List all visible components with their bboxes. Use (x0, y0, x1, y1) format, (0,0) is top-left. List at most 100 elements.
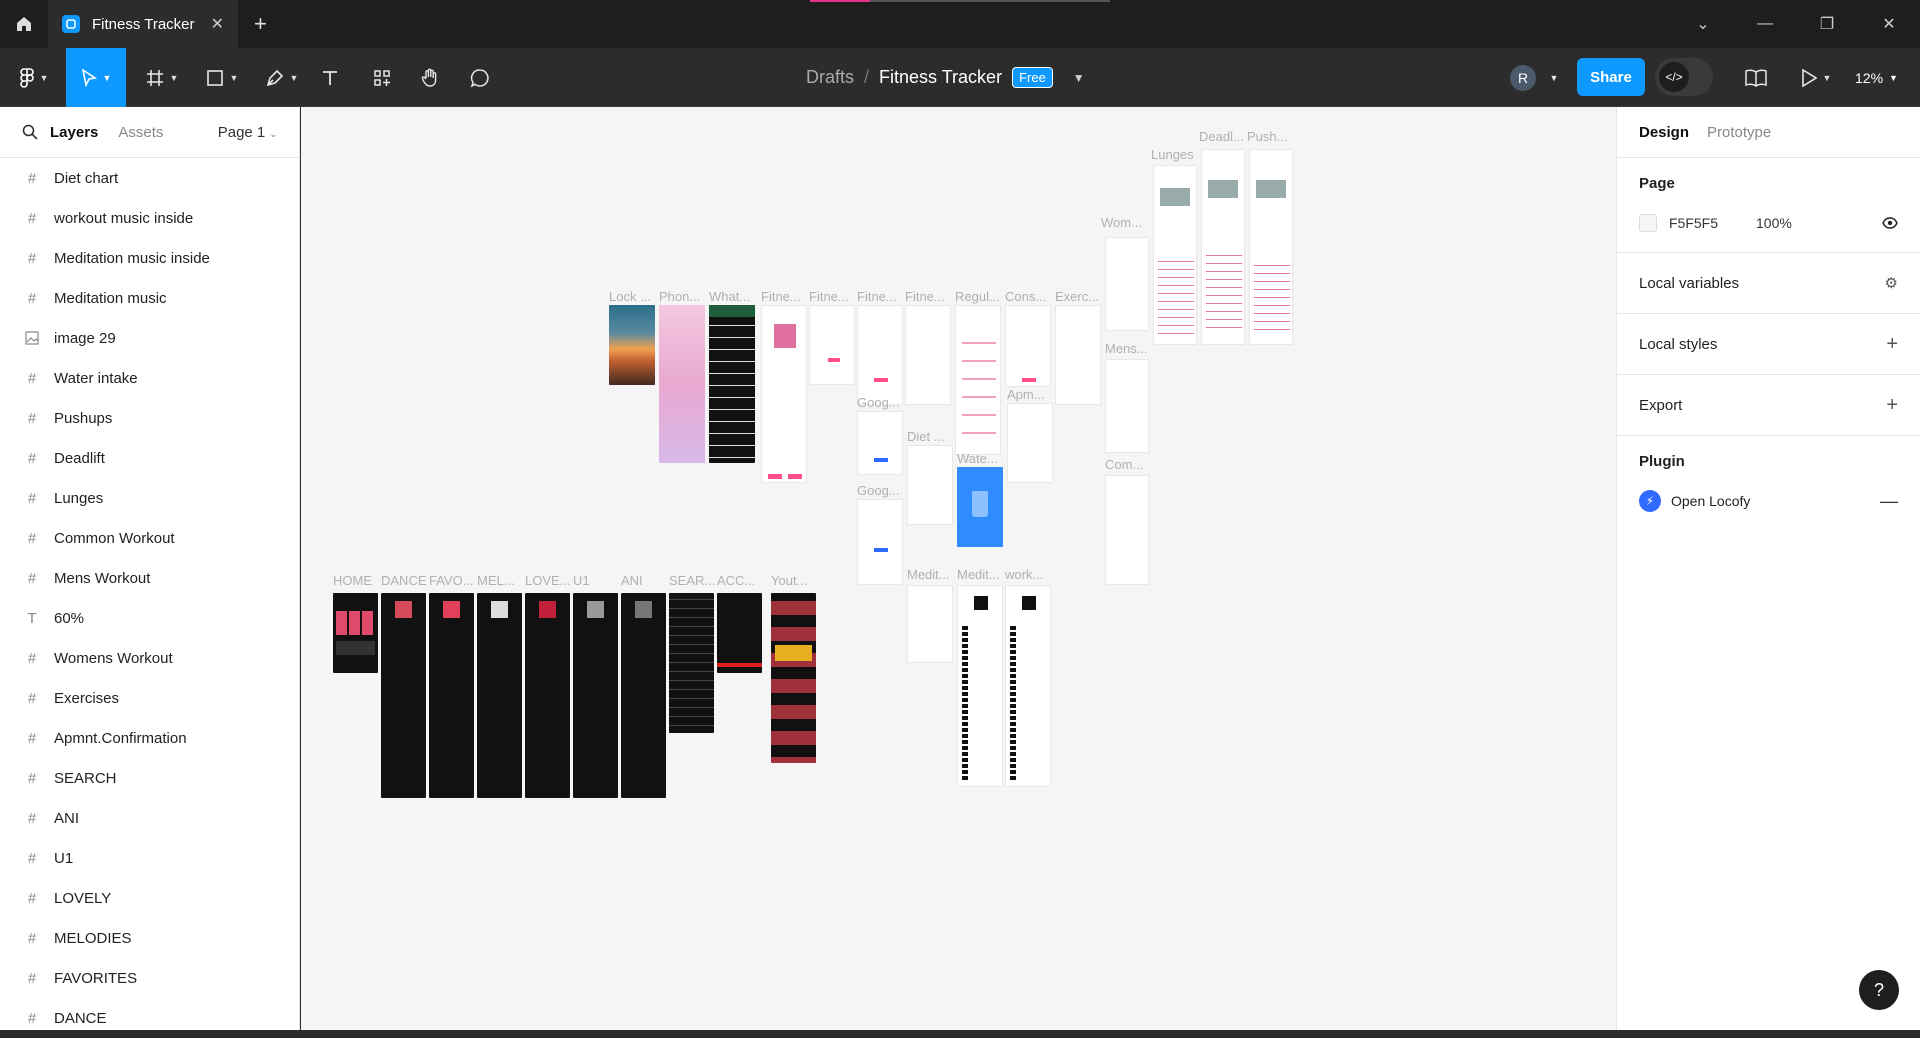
frame-label-google-2[interactable]: Goog... (857, 483, 900, 498)
plugin-row[interactable]: ⚡ Open Locofy — (1639, 486, 1898, 516)
frame-label-account[interactable]: ACC... (717, 573, 755, 588)
frame-whatsapp[interactable] (709, 305, 755, 463)
frame-mens-workout[interactable] (1105, 359, 1149, 453)
frame-meditation-music-inside[interactable] (957, 585, 1003, 787)
tab-close-icon[interactable]: ✕ (211, 14, 224, 34)
frame-youtube[interactable] (771, 593, 816, 763)
layer-item[interactable]: # DANCE (0, 998, 299, 1038)
frame-appointment-confirmation[interactable] (1007, 403, 1053, 483)
frame-fitness-2[interactable] (809, 305, 855, 385)
frame-consult[interactable] (1005, 305, 1051, 387)
new-tab-button[interactable]: + (254, 11, 267, 37)
frame-home[interactable] (333, 593, 378, 673)
layer-item[interactable]: # Meditation music inside (0, 238, 299, 278)
frame-tool-button[interactable]: ▼ (138, 48, 186, 107)
text-tool-button[interactable] (314, 48, 346, 107)
canvas[interactable]: HOME DANCE FAVO... MEL... LOVE... U1 ANI… (301, 107, 1616, 1030)
page-opacity-value[interactable]: 100% (1756, 215, 1792, 231)
layer-item[interactable]: # Deadlift (0, 438, 299, 478)
layer-item[interactable]: # U1 (0, 838, 299, 878)
library-button[interactable] (1740, 48, 1772, 107)
frame-label-common[interactable]: Com... (1105, 457, 1143, 472)
frame-label-whatsapp[interactable]: What... (709, 289, 750, 304)
frame-label-mens[interactable]: Mens... (1105, 341, 1148, 356)
frame-label-home[interactable]: HOME (333, 573, 372, 588)
frame-label-meditation-music[interactable]: Medit... (907, 567, 950, 582)
avatar[interactable]: R (1510, 65, 1536, 91)
page-selector[interactable]: Page 1 ⌄ (218, 124, 277, 141)
layer-item[interactable]: # Common Workout (0, 518, 299, 558)
hand-tool-button[interactable] (414, 48, 446, 107)
layer-item[interactable]: # Lunges (0, 478, 299, 518)
layer-item[interactable]: # Pushups (0, 398, 299, 438)
frame-label-dance[interactable]: DANCE (381, 573, 427, 588)
frame-phone-home[interactable] (659, 305, 705, 463)
frame-regular[interactable] (955, 305, 1001, 455)
dev-mode-toggle[interactable]: </> (1655, 58, 1713, 96)
frame-label-consult[interactable]: Cons... (1005, 289, 1046, 304)
frame-lovely[interactable] (525, 593, 570, 798)
close-window-button[interactable]: ✕ (1858, 0, 1920, 48)
frame-label-ani[interactable]: ANI (621, 573, 643, 588)
home-button[interactable] (0, 0, 48, 48)
frame-label-fitness-1[interactable]: Fitne... (761, 289, 801, 304)
local-variables-row[interactable]: Local variables ⚙ (1639, 253, 1898, 313)
share-button[interactable]: Share (1577, 58, 1645, 96)
layer-item[interactable]: # Exercises (0, 678, 299, 718)
frame-womens-workout[interactable] (1105, 237, 1149, 331)
layer-item[interactable]: # ANI (0, 798, 299, 838)
frame-fitness-1[interactable] (761, 305, 807, 483)
minimize-button[interactable]: — (1734, 0, 1796, 48)
frame-label-lovely[interactable]: LOVE... (525, 573, 571, 588)
frame-u1[interactable] (573, 593, 618, 798)
shape-tool-button[interactable]: ▼ (198, 48, 246, 107)
layer-item[interactable]: # Apmnt.Confirmation (0, 718, 299, 758)
frame-label-melodies[interactable]: MEL... (477, 573, 515, 588)
frame-label-youtube[interactable]: Yout... (771, 573, 807, 588)
frame-lunges[interactable] (1153, 165, 1197, 345)
chevron-down-icon[interactable]: ▼ (1544, 48, 1564, 107)
file-name[interactable]: Fitness Tracker (879, 67, 1002, 88)
frame-meditation-music[interactable] (907, 585, 953, 663)
move-tool-button[interactable]: ▼ (66, 48, 126, 107)
frame-fitness-4[interactable] (905, 305, 951, 405)
frame-label-search[interactable]: SEAR... (669, 573, 715, 588)
search-icon[interactable] (22, 124, 38, 140)
main-menu-button[interactable]: ▼ (12, 48, 56, 107)
layer-item[interactable]: # MELODIES (0, 918, 299, 958)
frame-label-deadlift[interactable]: Deadl... (1199, 129, 1244, 144)
frame-label-womens[interactable]: Wom... (1101, 215, 1142, 230)
plugin-name[interactable]: Open Locofy (1671, 493, 1750, 509)
tab-design[interactable]: Design (1639, 124, 1689, 141)
tab-assets[interactable]: Assets (118, 124, 163, 141)
frame-fitness-3[interactable] (857, 305, 903, 405)
frame-label-u1[interactable]: U1 (573, 573, 590, 588)
chevron-down-icon[interactable]: ▼ (1073, 71, 1085, 85)
page-color-swatch[interactable] (1639, 214, 1657, 232)
eye-icon[interactable] (1882, 217, 1898, 229)
layer-item[interactable]: # Womens Workout (0, 638, 299, 678)
frame-common-workout[interactable] (1105, 475, 1149, 585)
frame-melodies[interactable] (477, 593, 522, 798)
frame-workout-music-inside[interactable] (1005, 585, 1051, 787)
layer-item[interactable]: # workout music inside (0, 198, 299, 238)
frame-label-fitness-3[interactable]: Fitne... (857, 289, 897, 304)
frame-diet-chart[interactable] (907, 445, 953, 525)
frame-google-1[interactable] (857, 411, 903, 475)
page-color-value[interactable]: F5F5F5 (1669, 215, 1718, 231)
frame-lock-screen[interactable] (609, 305, 655, 385)
add-style-icon[interactable]: + (1886, 333, 1898, 356)
plan-badge[interactable]: Free (1012, 67, 1053, 88)
frame-google-2[interactable] (857, 499, 903, 585)
layer-item[interactable]: T 60% (0, 598, 299, 638)
layer-item[interactable]: # FAVORITES (0, 958, 299, 998)
frame-label-phone[interactable]: Phon... (659, 289, 700, 304)
frame-label-regular[interactable]: Regul... (955, 289, 1000, 304)
frame-label-exercises[interactable]: Exerc... (1055, 289, 1099, 304)
variables-settings-icon[interactable]: ⚙ (1885, 274, 1898, 292)
tab-prototype[interactable]: Prototype (1707, 124, 1771, 141)
file-tab[interactable]: Fitness Tracker ✕ (48, 0, 238, 48)
zoom-control[interactable]: 12% ▼ (1855, 48, 1898, 107)
frame-water-intake[interactable] (957, 467, 1003, 547)
layer-item[interactable]: # Diet chart (0, 158, 299, 198)
